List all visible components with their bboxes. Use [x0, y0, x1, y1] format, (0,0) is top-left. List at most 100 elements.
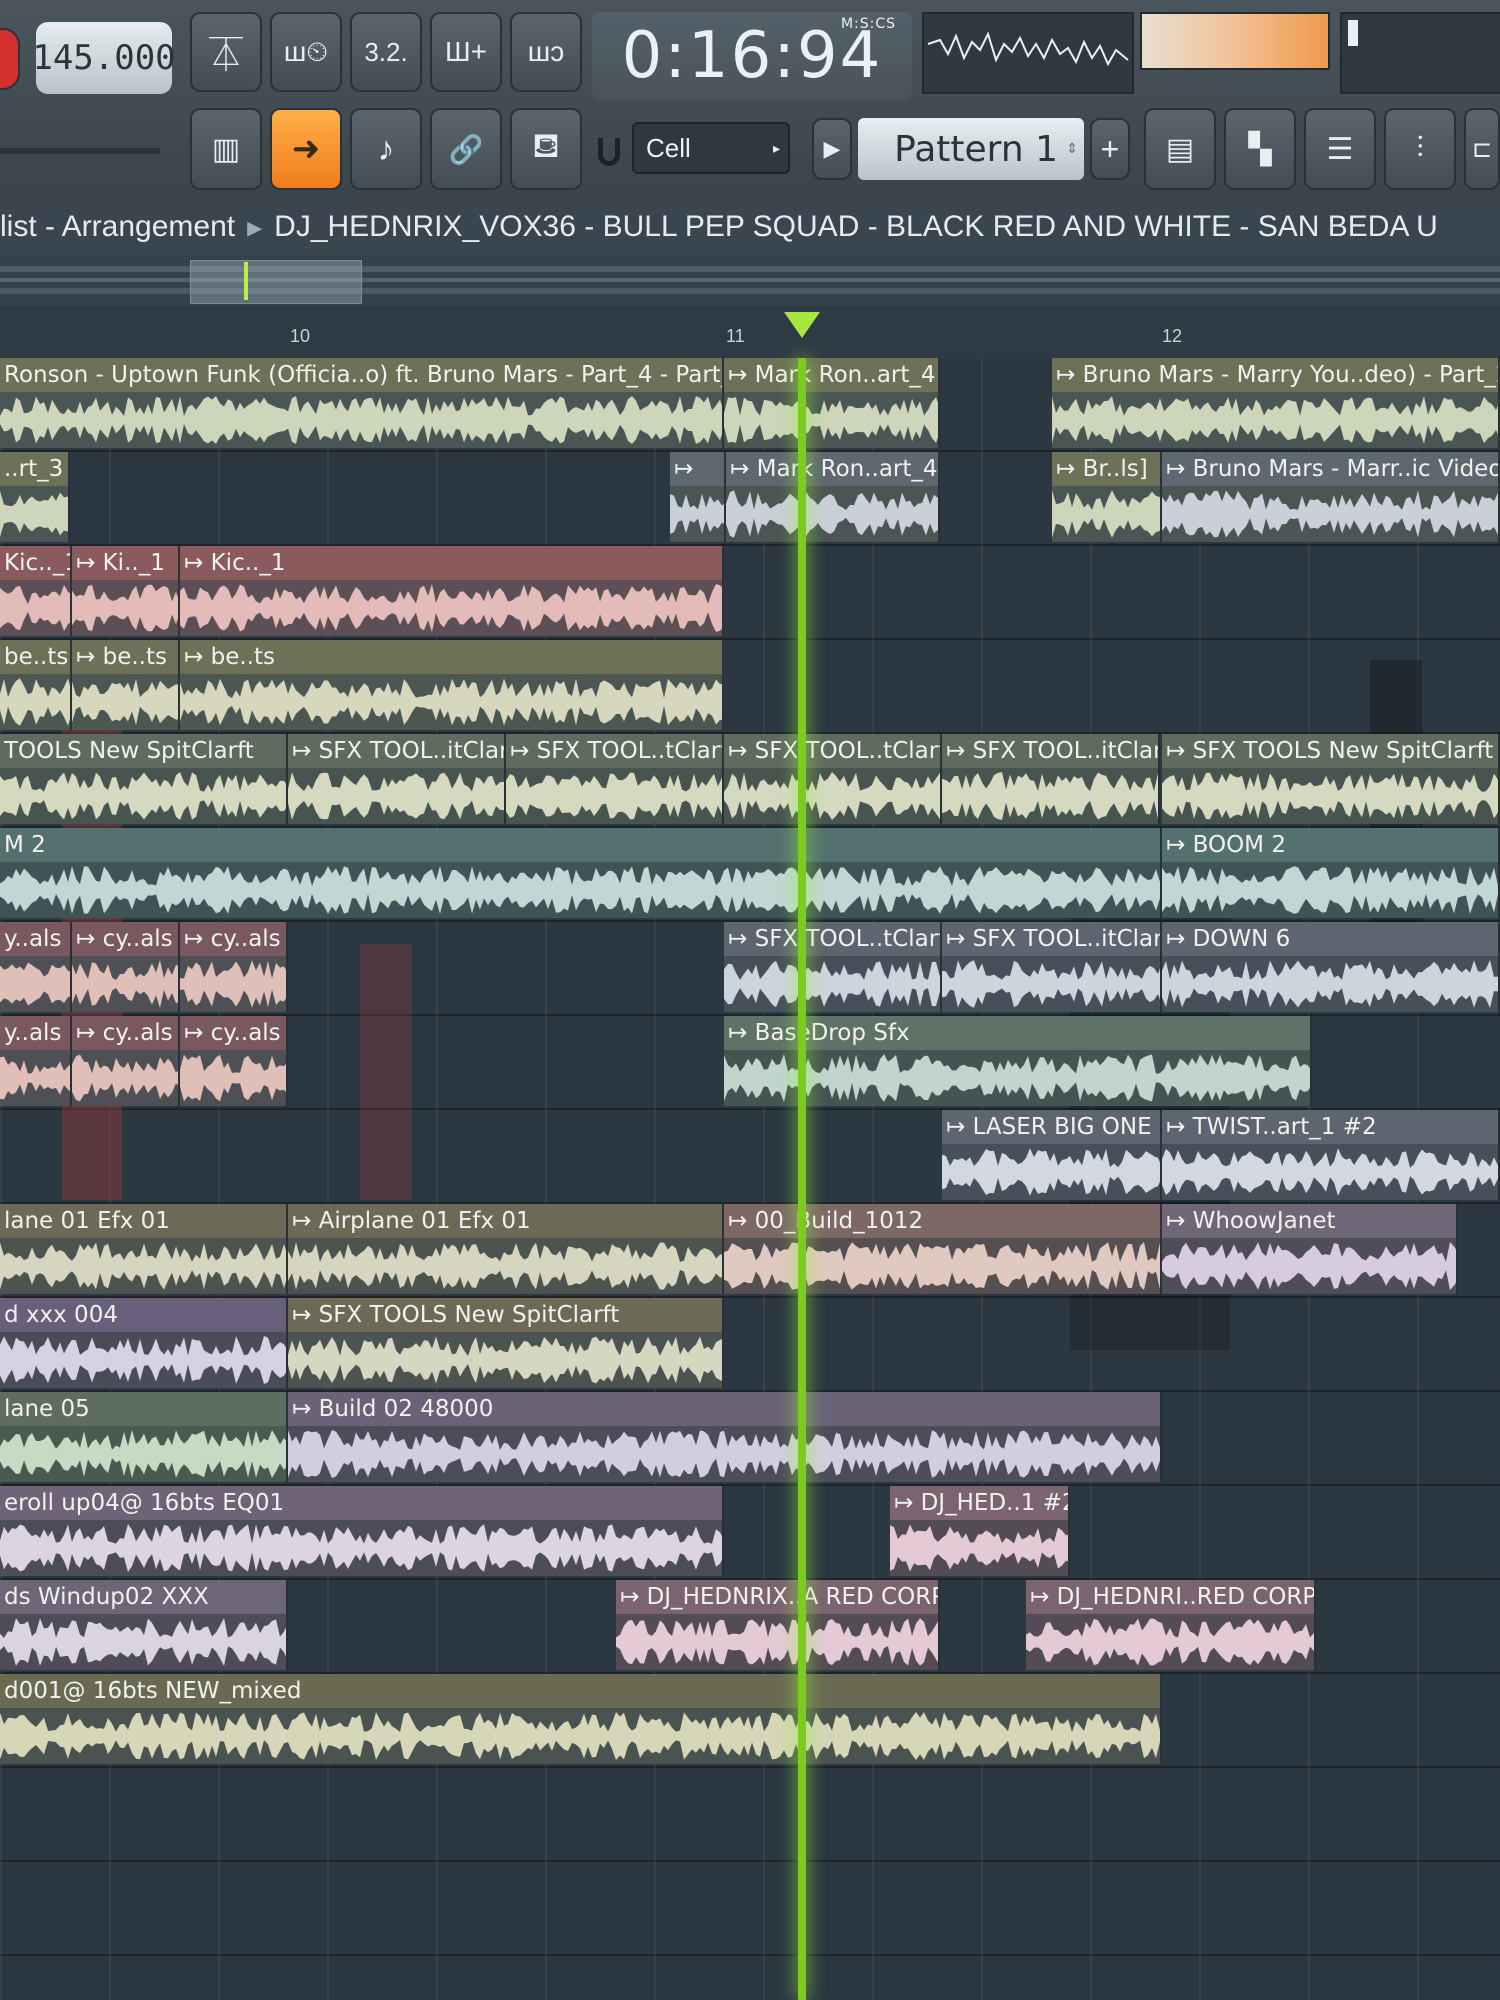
clip-menu-icon[interactable]: ↦ — [76, 550, 103, 576]
stamp-button[interactable]: ⛾ — [510, 108, 582, 190]
clip-menu-icon[interactable]: ↦ — [510, 738, 537, 764]
audio-clip[interactable]: ↦ Kic.._1 — [180, 546, 724, 636]
playlist-view-button[interactable]: ▥ — [190, 108, 262, 190]
clip-menu-icon[interactable]: ↦ — [292, 1396, 319, 1422]
audio-clip[interactable]: ↦ BOOM 2 — [1162, 828, 1500, 918]
clip-menu-icon[interactable]: ↦ — [728, 738, 755, 764]
step-edit-button[interactable]: Ш+ — [430, 12, 502, 92]
audio-clip[interactable]: ..rt_3 — [0, 452, 70, 542]
audio-clip[interactable]: lane 01 Efx 01 — [0, 1204, 288, 1294]
audio-clip[interactable]: ↦ SFX TOOL..tClarft — [724, 734, 942, 824]
clip-menu-icon[interactable]: ↦ — [1166, 456, 1193, 482]
clip-menu-icon[interactable]: ↦ — [728, 926, 755, 952]
clip-menu-icon[interactable]: ↦ — [728, 1020, 755, 1046]
clip-menu-icon[interactable]: ↦ — [894, 1490, 921, 1516]
countdown-button[interactable]: 3.2. — [350, 12, 422, 92]
clip-menu-icon[interactable]: ↦ — [1166, 1114, 1193, 1140]
clip-menu-icon[interactable]: ↦ — [184, 550, 211, 576]
clip-menu-icon[interactable]: ↦ — [1166, 832, 1193, 858]
clip-menu-icon[interactable]: ↦ — [184, 1020, 211, 1046]
tempo-display[interactable]: 145.000 — [32, 22, 176, 94]
audio-clip[interactable]: Kic.._1 — [0, 546, 72, 636]
audio-clip[interactable]: ↦ be..ts — [72, 640, 180, 730]
clip-menu-icon[interactable]: ↦ — [76, 1020, 103, 1046]
add-pattern-button[interactable]: + — [1090, 118, 1130, 180]
wait-record-button[interactable]: ш⏲ — [270, 12, 342, 92]
magnet-icon[interactable] — [598, 138, 620, 166]
song-position-display[interactable]: 0:16:94 M:S:CS — [592, 12, 912, 100]
audio-clip[interactable]: ↦ DJ_HED..1 #2 — [890, 1486, 1070, 1576]
clip-menu-icon[interactable]: ↦ — [292, 1208, 319, 1234]
audio-clip[interactable]: ↦ Build 02 48000 — [288, 1392, 1162, 1482]
audio-clip[interactable]: d001@ 16bts NEW_mixed — [0, 1674, 1162, 1764]
paint-tool-button[interactable]: ➜ — [270, 108, 342, 190]
audio-clip[interactable]: ↦ Airplane 01 Efx 01 — [288, 1204, 724, 1294]
audio-clip[interactable]: ↦ Mark Ron..art_4 — [726, 452, 940, 542]
clip-menu-icon[interactable]: ↦ — [1056, 362, 1083, 388]
audio-clip[interactable]: ↦ Br..ls] — [1052, 452, 1162, 542]
audio-clip[interactable]: ↦ SFX TOOL..itClarft — [942, 922, 1162, 1012]
clip-menu-icon[interactable]: ↦ — [1166, 1208, 1193, 1234]
audio-clip[interactable]: ↦ SFX TOOLS New SpitClarft — [288, 1298, 724, 1388]
playlist-overview[interactable] — [0, 256, 1500, 306]
clip-menu-icon[interactable]: ↦ — [292, 738, 319, 764]
audio-clip[interactable]: ↦ Mark Ron..art_4 — [724, 358, 940, 448]
audio-clip[interactable]: d xxx 004 — [0, 1298, 288, 1388]
audio-clip[interactable]: eroll up04@ 16bts EQ01 — [0, 1486, 724, 1576]
clip-menu-icon[interactable]: ↦ — [674, 456, 693, 482]
toolbar-slider-track[interactable] — [0, 148, 160, 154]
audio-clip[interactable]: ↦ SFX TOOL..itClarft — [942, 734, 1160, 824]
clip-menu-icon[interactable]: ↦ — [292, 1302, 319, 1328]
metronome-button[interactable]: ⏄ — [190, 12, 262, 92]
audio-clip[interactable]: Ronson - Uptown Funk (Officia..o) ft. Br… — [0, 358, 724, 448]
audio-clip[interactable]: ↦ Bruno Mars - Marry You..deo) - Part_2 — [1052, 358, 1500, 448]
draw-tool-button[interactable]: ♪ — [350, 108, 422, 190]
pattern-selector[interactable]: Pattern 1 ⇕ — [858, 118, 1084, 180]
clip-menu-icon[interactable]: ↦ — [76, 926, 103, 952]
playhead-marker[interactable] — [784, 312, 820, 338]
audio-clip[interactable]: TOOLS New SpitClarft — [0, 734, 288, 824]
audio-clip[interactable]: ↦ SFX TOOLS New SpitClarft — [1162, 734, 1500, 824]
clip-menu-icon[interactable]: ↦ — [1166, 926, 1193, 952]
audio-clip[interactable]: y..als — [0, 922, 72, 1012]
audio-clip[interactable]: ↦ DJ_HEDNRI..RED CORPS — [1026, 1580, 1316, 1670]
audio-clip[interactable]: ↦ cy..als — [72, 1016, 180, 1106]
audio-clip[interactable]: y..als — [0, 1016, 72, 1106]
audio-clip[interactable]: ds Windup02 XXX — [0, 1580, 288, 1670]
clip-menu-icon[interactable]: ↦ — [1056, 456, 1083, 482]
clip-menu-icon[interactable]: ↦ — [728, 1208, 755, 1234]
audio-clip[interactable]: ↦ WhoowJanet — [1162, 1204, 1458, 1294]
clip-menu-icon[interactable]: ↦ — [184, 644, 211, 670]
audio-clip[interactable]: ↦ Bruno Mars - Marr..ic Video) — [1162, 452, 1500, 542]
audio-clip[interactable]: ↦ be..ts — [180, 640, 724, 730]
pattern-prev-button[interactable]: ▶ — [812, 118, 852, 180]
audio-clip[interactable]: ↦ DOWN 6 — [1162, 922, 1500, 1012]
piano-roll-button[interactable]: ▚ — [1224, 108, 1296, 190]
audio-clip[interactable]: ↦ — [670, 452, 726, 542]
blend-notes-button[interactable]: шↄ — [510, 12, 582, 92]
mixer-button[interactable]: ⫶ — [1384, 108, 1456, 190]
clip-menu-icon[interactable]: ↦ — [946, 1114, 973, 1140]
clip-menu-icon[interactable]: ↦ — [620, 1584, 647, 1610]
snap-select[interactable]: Cell ▸ — [632, 122, 790, 174]
audio-clip[interactable]: ↦ SFX TOOL..tClarft — [506, 734, 724, 824]
audio-clip[interactable]: lane 05 — [0, 1392, 288, 1482]
channel-rack-button[interactable]: ☰ — [1304, 108, 1376, 190]
clip-menu-icon[interactable]: ↦ — [1166, 738, 1193, 764]
playlist-button[interactable]: ▤ — [1144, 108, 1216, 190]
playhead-line[interactable] — [798, 358, 806, 2000]
audio-clip[interactable]: ↦ SFX TOOL..tClarft — [724, 922, 942, 1012]
audio-clip[interactable]: ↦ cy..als — [180, 1016, 288, 1106]
clip-menu-icon[interactable]: ↦ — [946, 738, 973, 764]
timeline-ruler[interactable]: 10 11 12 — [0, 306, 1500, 358]
audio-clip[interactable]: ↦ Ki.._1 — [72, 546, 180, 636]
record-button[interactable] — [0, 28, 20, 90]
audio-clip[interactable]: be..ts — [0, 640, 72, 730]
link-button[interactable]: 🔗 — [430, 108, 502, 190]
clip-menu-icon[interactable]: ↦ — [1030, 1584, 1057, 1610]
audio-clip[interactable]: ↦ BaseDrop Sfx — [724, 1016, 1312, 1106]
browser-button[interactable]: ⊏ — [1464, 108, 1500, 190]
overview-window[interactable] — [190, 260, 362, 304]
audio-clip[interactable]: ↦ TWIST..art_1 #2 — [1162, 1110, 1500, 1200]
audio-clip[interactable]: ↦ DJ_HEDNRIX..A RED CORPS — [616, 1580, 940, 1670]
